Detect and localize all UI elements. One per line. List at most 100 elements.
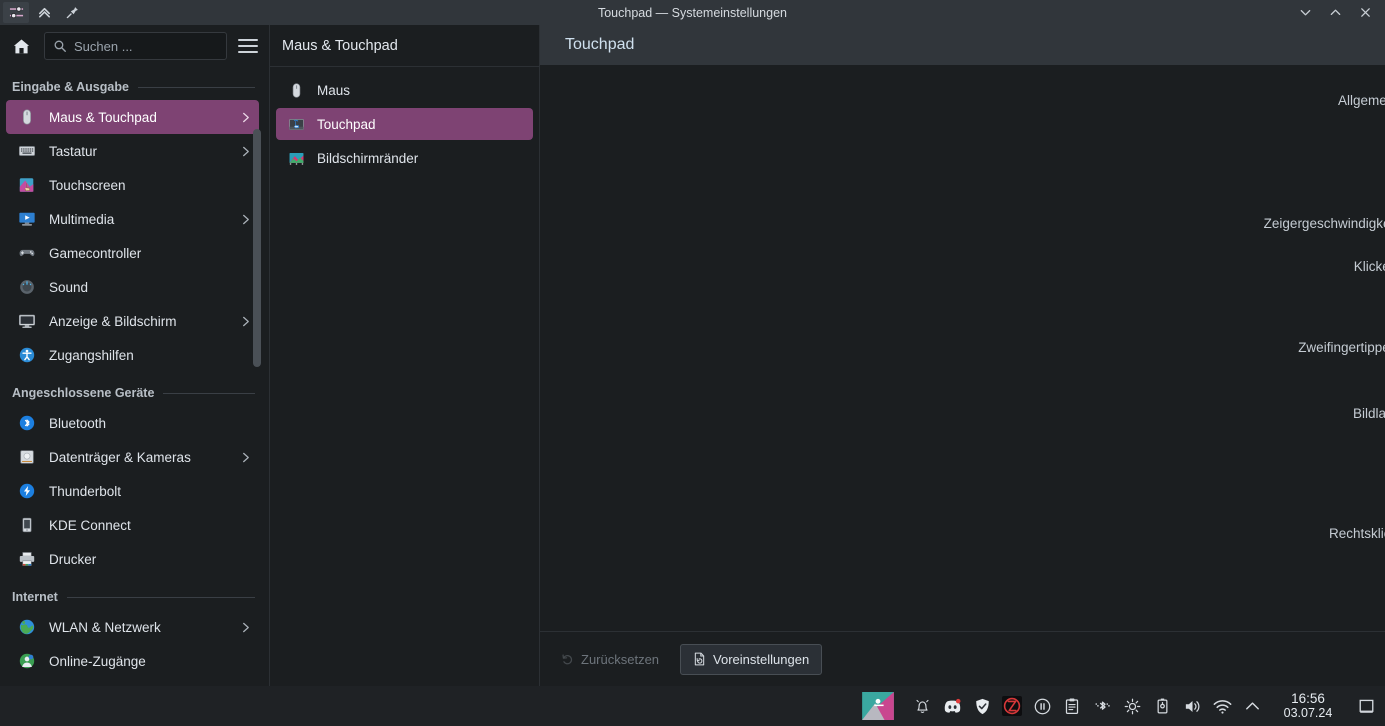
form-row-bildlauf: Bildlauf: Zwei Finger (540, 400, 1385, 427)
sidebar-item-kde-connect[interactable]: KDE Connect (6, 508, 259, 542)
taskbar-systemsettings-icon[interactable] (861, 691, 895, 721)
chevron-right-icon (240, 145, 251, 158)
maximize-button[interactable] (1320, 0, 1350, 25)
form-row: Linkshändige Bedienung (540, 141, 1385, 168)
sidebar-item-maus-touchpad[interactable]: Maus & Touchpad (6, 100, 259, 134)
sidebar-item-datentraeger-kameras[interactable]: Datenträger & Kameras (6, 440, 259, 474)
show-hidden-chevron-icon[interactable] (1237, 689, 1267, 723)
main-header: Touchpad (540, 25, 1385, 65)
chevron-right-icon (240, 621, 251, 634)
sidebar-item-label: Sound (49, 279, 89, 295)
hamburger-menu-icon[interactable] (235, 32, 261, 60)
globe-icon (16, 616, 38, 638)
close-button[interactable] (1350, 0, 1380, 25)
defaults-button-label: Voreinstellungen (713, 651, 810, 667)
defaults-button[interactable]: Voreinstellungen (680, 643, 823, 675)
subcategory-item-maus[interactable]: Maus (276, 74, 533, 106)
clock-date: 03.07.24 (1283, 705, 1333, 720)
sidebar-item-label: Tastatur (49, 143, 98, 159)
security-shield-icon[interactable] (967, 689, 997, 723)
discord-icon[interactable] (937, 689, 967, 723)
settings-icon[interactable] (3, 2, 29, 23)
subcategory-item-label: Touchpad (317, 116, 376, 132)
taskbar-clock[interactable]: 16:56 03.07.24 (1271, 690, 1345, 720)
chevron-right-icon (240, 315, 251, 328)
sidebar-item-online-zugaenge[interactable]: Online-Zugänge (6, 644, 259, 678)
main-pane: Touchpad Allgemein: Gerät aktiviert (540, 25, 1385, 686)
label-bildlauf: Bildlauf: (1352, 406, 1385, 421)
form-row: Touchpad-Rand (540, 427, 1385, 454)
page-title: Touchpad (565, 36, 635, 53)
keyboard-icon (16, 140, 38, 162)
sidebar-item-sound[interactable]: Sound (6, 270, 259, 304)
sidebar-item-label: Bluetooth (49, 415, 107, 431)
subcategory-item-label: Maus (317, 82, 351, 98)
bluetooth-icon[interactable] (1087, 689, 1117, 723)
sidebar-item-anzeige-bildschirm[interactable]: Anzeige & Bildschirm (6, 304, 259, 338)
window-title: Touchpad — Systemeinstellungen (597, 5, 787, 20)
reset-button-label: Zurücksetzen (581, 651, 660, 667)
sidebar-item-label: Multimedia (49, 211, 115, 227)
sidebar-item-label: Drucker (49, 551, 97, 567)
collapse-up-icon[interactable] (31, 2, 57, 23)
form-row-rechtsklick: Rechtsklick: Untere rechte Ecke drücken (540, 520, 1385, 547)
clock-time: 16:56 (1291, 690, 1325, 706)
battery-icon[interactable] (1147, 689, 1177, 723)
sidebar-item-bluetooth[interactable]: Bluetooth (6, 406, 259, 440)
sidebar-toolbar: Suchen ... (0, 25, 269, 67)
x-app-icon[interactable] (997, 689, 1027, 723)
search-input[interactable]: Suchen ... (44, 32, 227, 60)
search-icon (53, 39, 67, 53)
sidebar-item-drucker[interactable]: Drucker (6, 542, 259, 576)
sidebar-item-gamecontroller[interactable]: Gamecontroller (6, 236, 259, 270)
show-desktop-icon[interactable] (1353, 686, 1379, 726)
phone-icon (16, 514, 38, 536)
volume-icon[interactable] (1177, 689, 1207, 723)
multimedia-icon (16, 208, 38, 230)
wifi-icon[interactable] (1207, 689, 1237, 723)
brightness-icon[interactable] (1117, 689, 1147, 723)
minimize-button[interactable] (1290, 0, 1320, 25)
subcategory-column: Maus & Touchpad Maus Touchpad Bildschirm… (270, 25, 540, 686)
sidebar-item-zugangshilfen[interactable]: Zugangshilfen (6, 338, 259, 372)
sidebar-item-multimedia[interactable]: Multimedia (6, 202, 259, 236)
sidebar-group-header: Internet (0, 583, 269, 610)
chevron-right-icon (240, 451, 251, 464)
form-row-zweifingertippen: Zweifingertippen: Rechtsklick (Mittelkli… (540, 334, 1385, 361)
sidebar-group-title: Internet (12, 590, 58, 604)
form-row: Waagerechter Bildlauf deaktivieren (540, 481, 1385, 508)
sidebar-item-label: Anzeige & Bildschirm (49, 313, 177, 329)
sidebar-item-label: KDE Connect (49, 517, 131, 533)
form-row-allgemein: Allgemein: Gerät aktiviert (540, 87, 1385, 114)
divider (66, 596, 255, 598)
form-row-zeigergeschwindigkeit: Zeigergeschwindigkeit: 0,00 (540, 207, 1385, 241)
reset-button[interactable]: Zurücksetzen (548, 644, 672, 675)
home-icon[interactable] (6, 31, 36, 61)
chevron-right-icon (240, 213, 251, 226)
sidebar-item-thunderbolt[interactable]: Thunderbolt (6, 474, 259, 508)
form-row: Beim Tippen abschalten (540, 114, 1385, 141)
sidebar-item-tastatur[interactable]: Tastatur (6, 134, 259, 168)
subcategory-item-bildschirmraender[interactable]: Bildschirmränder (276, 142, 533, 174)
settings-form: Allgemein: Gerät aktiviert Beim (540, 87, 1385, 574)
sidebar-item-wlan-netzwerk[interactable]: WLAN & Netzwerk (6, 610, 259, 644)
notifications-bell-icon[interactable] (907, 689, 937, 723)
subcategory-item-touchpad[interactable]: Touchpad (276, 108, 533, 140)
subcategory-list: Maus Touchpad Bildschirmränder (270, 67, 539, 686)
divider (163, 392, 255, 394)
document-revert-icon (693, 652, 706, 666)
sidebar-scrollbar[interactable] (253, 129, 261, 367)
clipboard-icon[interactable] (1057, 689, 1087, 723)
accessibility-icon (16, 344, 38, 366)
pin-icon[interactable] (59, 2, 85, 23)
sidebar-item-touchscreen[interactable]: Touchscreen (6, 168, 259, 202)
settings-form-area: Allgemein: Gerät aktiviert Beim (540, 65, 1385, 631)
display-icon (16, 310, 38, 332)
label-rechtsklick: Rechtsklick: (1328, 526, 1385, 541)
touchscreen-icon (16, 174, 38, 196)
touchpad-icon (286, 114, 306, 134)
thunderbolt-icon (16, 480, 38, 502)
sidebar-item-label: Gamecontroller (49, 245, 142, 261)
label-allgemein: Allgemein: (1337, 93, 1385, 108)
media-pause-icon[interactable] (1027, 689, 1057, 723)
